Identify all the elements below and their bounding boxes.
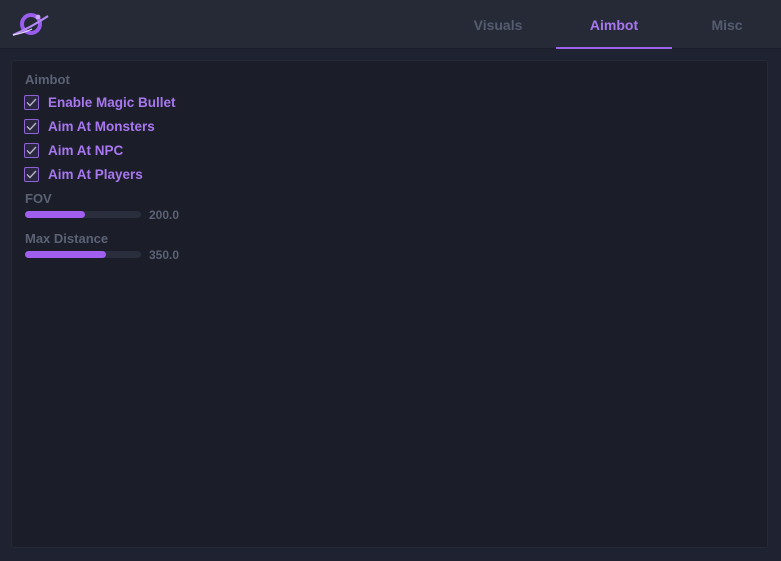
checkbox[interactable]	[24, 142, 39, 158]
fov-value: 200.0	[149, 208, 180, 222]
aim-at-npc-toggle[interactable]: Aim At NPC	[24, 141, 123, 159]
top-bar: Visuals Aimbot Misc	[0, 0, 781, 49]
checkbox[interactable]	[24, 94, 39, 110]
checkmark-icon	[26, 170, 37, 179]
fov-label: FOV	[25, 191, 52, 206]
enable-magic-bullet-toggle[interactable]: Enable Magic Bullet	[24, 93, 176, 111]
max-distance-value: 350.0	[149, 248, 180, 262]
checkmark-icon	[26, 98, 37, 107]
slider-fill	[25, 251, 107, 258]
planet-logo-icon	[12, 13, 49, 37]
tab-visuals[interactable]: Visuals	[440, 0, 556, 48]
tab-aimbot[interactable]: Aimbot	[556, 0, 672, 49]
aim-at-monsters-toggle[interactable]: Aim At Monsters	[24, 117, 155, 135]
checkbox-label: Enable Magic Bullet	[48, 94, 176, 110]
aimbot-panel: Aimbot Enable Magic Bullet Aim At Monste…	[11, 60, 768, 548]
checkmark-icon	[26, 122, 37, 131]
section-title: Aimbot	[25, 72, 70, 87]
checkbox-label: Aim At Players	[48, 166, 143, 182]
checkbox-label: Aim At Monsters	[48, 118, 155, 134]
tab-misc[interactable]: Misc	[672, 0, 781, 48]
tab-bar: Visuals Aimbot Misc	[440, 0, 781, 49]
app-window: Visuals Aimbot Misc Aimbot Enable Magic …	[0, 0, 781, 561]
checkbox[interactable]	[24, 118, 39, 134]
fov-slider[interactable]	[25, 211, 141, 218]
max-distance-label: Max Distance	[25, 231, 109, 246]
checkmark-icon	[26, 146, 37, 155]
checkbox[interactable]	[24, 166, 39, 182]
aim-at-players-toggle[interactable]: Aim At Players	[24, 165, 143, 183]
slider-fill	[25, 211, 86, 218]
max-distance-slider[interactable]	[25, 251, 141, 258]
checkbox-label: Aim At NPC	[48, 142, 124, 158]
